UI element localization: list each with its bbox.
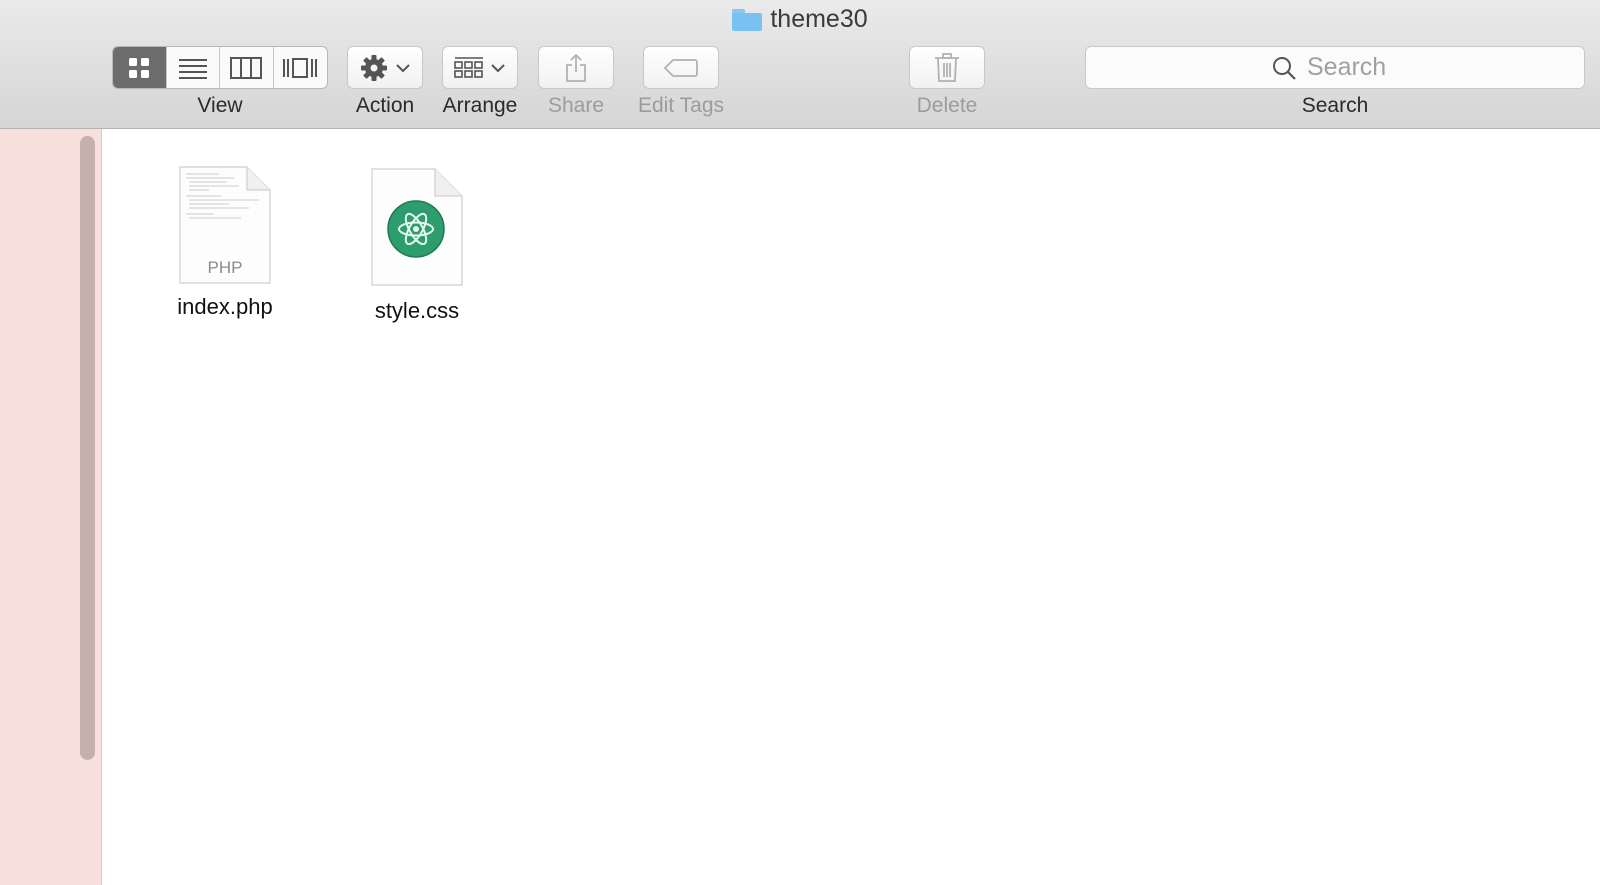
list-view-button[interactable]: [167, 47, 220, 88]
file-item-style-css[interactable]: style.css: [352, 168, 482, 324]
arrange-grid-icon: [454, 56, 483, 78]
search-field[interactable]: [1085, 46, 1585, 89]
finder-toolbar: theme30 View Action Arrange Share Edit T…: [0, 0, 1600, 129]
grid-icon: [129, 57, 150, 78]
list-icon: [178, 58, 207, 79]
file-item-index-php[interactable]: PHP index.php: [160, 166, 290, 320]
action-label: Action: [355, 94, 415, 117]
chevron-down-icon: [491, 63, 505, 72]
columns-icon: [230, 56, 263, 79]
cover-flow-button[interactable]: [274, 47, 328, 88]
view-mode-control: [112, 46, 328, 89]
delete-label: Delete: [916, 94, 978, 117]
folder-icon: [732, 8, 763, 31]
search-input[interactable]: [1305, 52, 1399, 83]
edit-tags-label: Edit Tags: [638, 94, 724, 117]
sidebar-scrollbar[interactable]: [80, 136, 95, 760]
window-title: theme30: [0, 5, 1600, 34]
search-label: Search: [1301, 94, 1369, 117]
chevron-down-icon: [396, 63, 410, 72]
view-label: View: [197, 94, 243, 117]
file-name: style.css: [374, 298, 460, 323]
file-type-badge: PHP: [207, 258, 243, 277]
arrange-label: Arrange: [442, 94, 518, 117]
share-label: Share: [547, 94, 605, 117]
atom-document-icon: [371, 168, 463, 286]
column-view-button[interactable]: [220, 47, 274, 88]
edit-tags-button[interactable]: [643, 46, 719, 89]
arrange-button[interactable]: [442, 46, 518, 89]
window-title-text: theme30: [770, 5, 868, 33]
cover-flow-icon: [283, 57, 318, 78]
delete-button[interactable]: [909, 46, 985, 89]
icon-view-button[interactable]: [113, 47, 167, 88]
tag-icon: [663, 58, 698, 77]
trash-icon: [935, 52, 959, 82]
file-name: index.php: [177, 294, 273, 319]
share-button[interactable]: [538, 46, 614, 89]
gear-icon: [361, 54, 387, 81]
php-document-icon: PHP: [179, 166, 271, 284]
share-icon: [566, 53, 586, 82]
search-icon: [1273, 56, 1296, 80]
action-button[interactable]: [347, 46, 423, 89]
